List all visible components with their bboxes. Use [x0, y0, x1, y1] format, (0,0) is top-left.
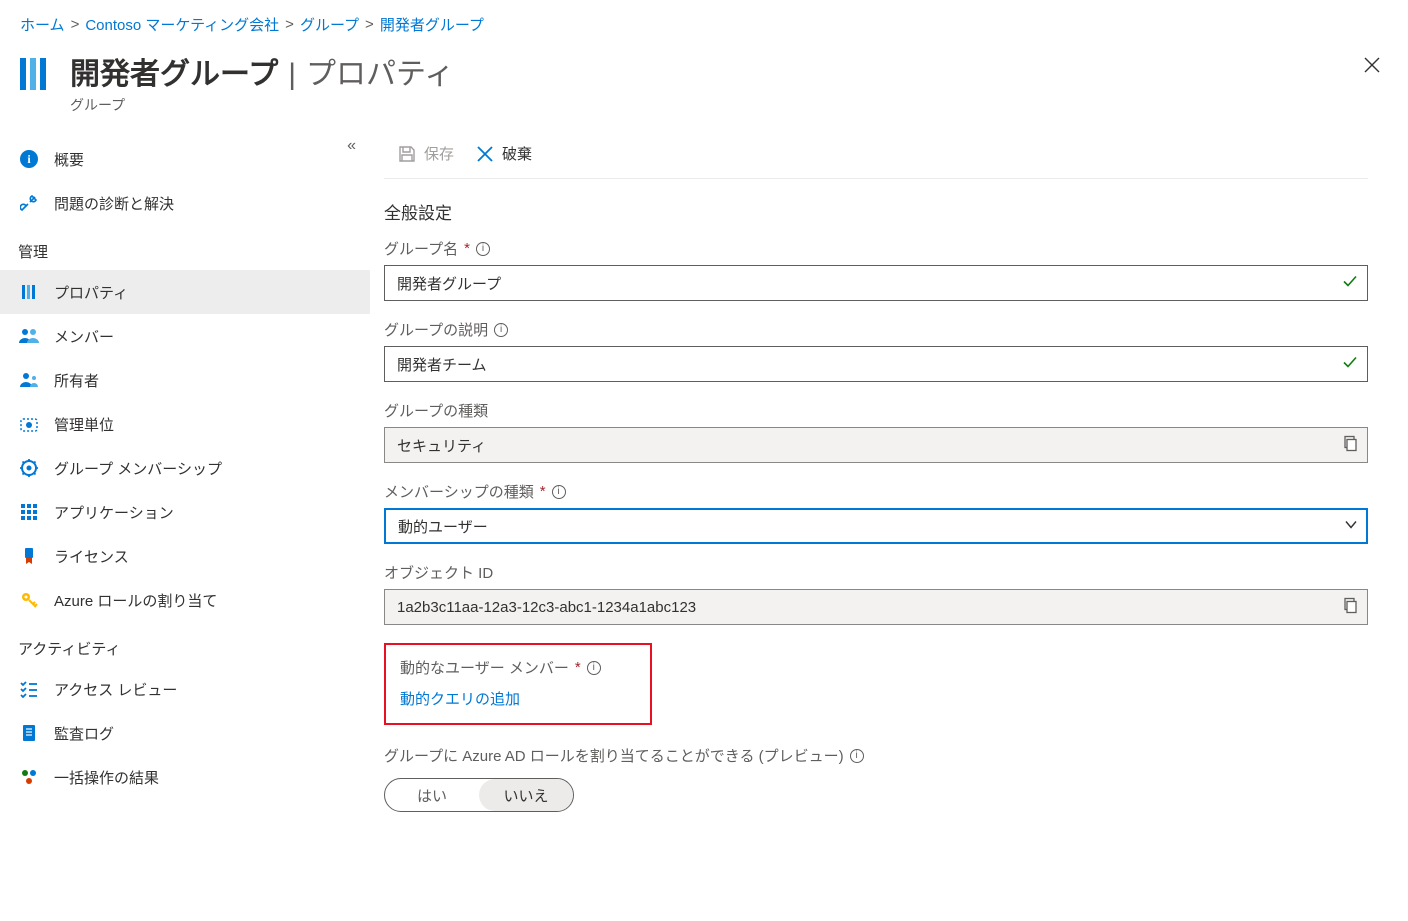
dynamic-members-label: 動的なユーザー メンバー: [400, 657, 569, 678]
aad-roles-toggle[interactable]: はい いいえ: [384, 778, 574, 812]
info-icon[interactable]: i: [476, 242, 490, 256]
info-icon[interactable]: i: [552, 485, 566, 499]
nav-members[interactable]: メンバー: [0, 314, 370, 358]
gear-icon: [18, 457, 40, 479]
page-subtitle: プロパティ: [306, 49, 454, 93]
nav-diagnose[interactable]: 問題の診断と解決: [0, 181, 370, 225]
main-content: 保存 破棄 全般設定 グループ名 * i グループの説明: [370, 133, 1408, 852]
save-icon: [398, 145, 416, 163]
breadcrumb-sep: >: [71, 16, 80, 33]
discard-button[interactable]: 破棄: [476, 143, 532, 164]
nav-azure-roles[interactable]: Azure ロールの割り当て: [0, 578, 370, 622]
nav-section-manage: 管理: [0, 225, 370, 270]
nav-label: プロパティ: [54, 282, 128, 303]
title-separator: |: [288, 58, 296, 92]
license-icon: [18, 545, 40, 567]
object-id-input: [384, 589, 1368, 625]
info-icon[interactable]: i: [494, 323, 508, 337]
nav-label: 概要: [54, 149, 84, 170]
nav-licenses[interactable]: ライセンス: [0, 534, 370, 578]
nav-label: 問題の診断と解決: [54, 193, 174, 214]
aad-roles-label: グループに Azure AD ロールを割り当てることができる (プレビュー): [384, 745, 844, 766]
group-desc-input[interactable]: [384, 346, 1368, 382]
page-title: 開発者グループ: [70, 49, 278, 93]
breadcrumb-org[interactable]: Contoso マーケティング会社: [85, 14, 279, 35]
log-icon: [18, 722, 40, 744]
close-button[interactable]: [1356, 49, 1388, 86]
toggle-no[interactable]: いいえ: [479, 779, 573, 811]
nav-access-reviews[interactable]: アクセス レビュー: [0, 667, 370, 711]
save-label: 保存: [424, 143, 454, 164]
save-button[interactable]: 保存: [398, 143, 454, 164]
valid-icon: [1342, 355, 1358, 374]
apps-icon: [18, 501, 40, 523]
page-header: 開発者グループ | プロパティ グループ: [0, 45, 1408, 133]
membership-type-select[interactable]: [384, 508, 1368, 544]
nav-label: メンバー: [54, 326, 114, 347]
group-name-input[interactable]: [384, 265, 1368, 301]
group-name-label: グループ名: [384, 238, 458, 259]
key-icon: [18, 589, 40, 611]
nav-section-activity: アクティビティ: [0, 622, 370, 667]
breadcrumb: ホーム > Contoso マーケティング会社 > グループ > 開発者グループ: [0, 0, 1408, 45]
required-marker: *: [540, 483, 546, 500]
nav-label: 所有者: [54, 370, 99, 391]
copy-icon[interactable]: [1342, 598, 1358, 617]
nav-label: グループ メンバーシップ: [54, 458, 222, 479]
collapse-sidebar-button[interactable]: «: [347, 137, 356, 155]
required-marker: *: [464, 240, 470, 257]
nav-label: アクセス レビュー: [54, 679, 177, 700]
people-icon: [18, 325, 40, 347]
group-type-input: [384, 427, 1368, 463]
nav-applications[interactable]: アプリケーション: [0, 490, 370, 534]
info-icon[interactable]: i: [587, 661, 601, 675]
toolbar: 保存 破棄: [384, 133, 1368, 179]
resource-type: グループ: [70, 95, 1356, 115]
group-desc-label: グループの説明: [384, 319, 488, 340]
nav-label: アプリケーション: [54, 502, 174, 523]
nav-bulk-results[interactable]: 一括操作の結果: [0, 755, 370, 799]
nav-admin-units[interactable]: 管理単位: [0, 402, 370, 446]
breadcrumb-groups[interactable]: グループ: [300, 14, 359, 35]
chevron-down-icon: [1344, 518, 1358, 535]
discard-icon: [476, 145, 494, 163]
discard-label: 破棄: [502, 143, 532, 164]
nav-label: Azure ロールの割り当て: [54, 590, 217, 611]
nav-group-membership[interactable]: グループ メンバーシップ: [0, 446, 370, 490]
admin-units-icon: [18, 413, 40, 435]
nav-label: 管理単位: [54, 414, 114, 435]
checklist-icon: [18, 678, 40, 700]
breadcrumb-home[interactable]: ホーム: [20, 14, 65, 35]
section-general: 全般設定: [384, 199, 1368, 224]
group-type-label: グループの種類: [384, 400, 488, 421]
dynamic-members-highlight: 動的なユーザー メンバー * i 動的クエリの追加: [384, 643, 652, 725]
info-icon: i: [18, 148, 40, 170]
properties-icon: [18, 281, 40, 303]
nav-label: 一括操作の結果: [54, 767, 159, 788]
info-icon[interactable]: i: [850, 749, 864, 763]
bulk-icon: [18, 766, 40, 788]
required-marker: *: [575, 659, 581, 676]
breadcrumb-sep: >: [365, 16, 374, 33]
membership-type-label: メンバーシップの種類: [384, 481, 534, 502]
nav-label: ライセンス: [54, 546, 129, 567]
nav-properties[interactable]: プロパティ: [0, 270, 370, 314]
group-icon: [20, 55, 58, 93]
nav-owners[interactable]: 所有者: [0, 358, 370, 402]
owners-icon: [18, 369, 40, 391]
nav-label: 監査ログ: [54, 723, 114, 744]
copy-icon[interactable]: [1342, 436, 1358, 455]
breadcrumb-sep: >: [285, 16, 294, 33]
toggle-yes[interactable]: はい: [385, 779, 479, 811]
nav-overview[interactable]: i 概要: [0, 137, 370, 181]
valid-icon: [1342, 274, 1358, 293]
add-dynamic-query-link[interactable]: 動的クエリの追加: [400, 678, 520, 709]
breadcrumb-current[interactable]: 開発者グループ: [380, 14, 484, 35]
object-id-label: オブジェクト ID: [384, 562, 493, 583]
nav-audit-logs[interactable]: 監査ログ: [0, 711, 370, 755]
sidebar: « i 概要 問題の診断と解決 管理 プロパティ メンバー: [0, 133, 370, 852]
tools-icon: [18, 192, 40, 214]
